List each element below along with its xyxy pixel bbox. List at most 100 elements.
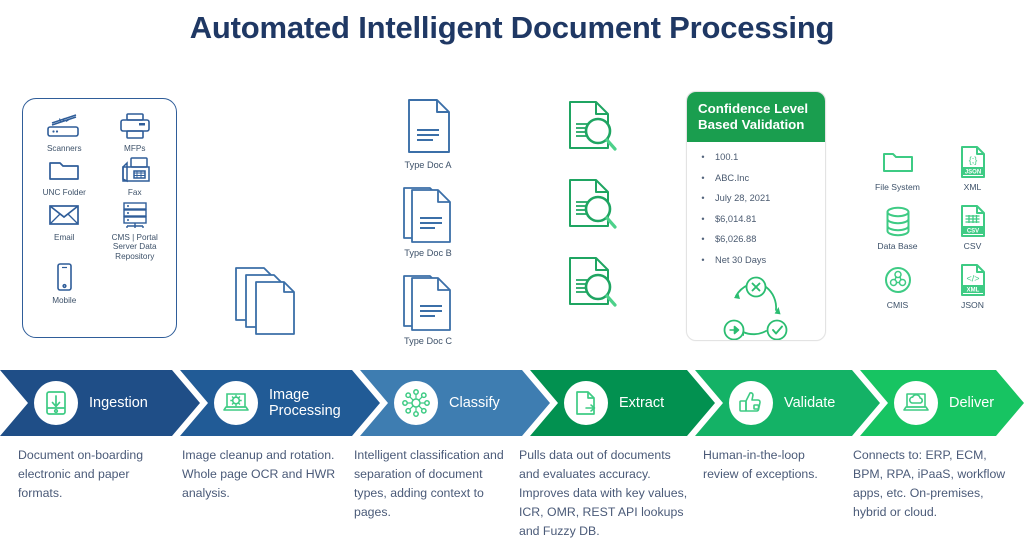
stage-description-extract: Pulls data out of documents and evaluate…: [519, 448, 688, 539]
validation-field-value: 100.1: [715, 152, 739, 163]
server-icon: [117, 200, 153, 230]
bullet-icon: •: [701, 213, 705, 224]
source-item-mobile: Mobile: [29, 263, 100, 305]
page-stack-icon: [228, 260, 314, 338]
bullet-icon: •: [701, 254, 705, 265]
stage-classify[interactable]: Classify: [360, 370, 550, 436]
bullet-icon: •: [701, 234, 705, 245]
scanner-icon: [43, 111, 85, 141]
stage-extract[interactable]: Extract: [530, 370, 715, 436]
output-item-json: </> XML JSON: [935, 264, 1010, 310]
stage-label: Ingestion: [89, 394, 148, 411]
svg-text:JSON: JSON: [964, 169, 980, 175]
list-item: • 100.1: [691, 151, 821, 163]
output-label: JSON: [961, 300, 984, 310]
stage-icon-circle: [729, 381, 773, 425]
laptop-cloud-icon: [901, 390, 931, 416]
doc-type-label: Type Doc B: [404, 248, 452, 258]
validation-field-value: July 28, 2021: [715, 193, 771, 204]
stage-image-processing[interactable]: Image Processing: [180, 370, 380, 436]
validation-field-list: • 100.1 • ABC.Inc • July 28, 2021 • $6,0…: [687, 142, 825, 340]
infographic-page: Automated Intelligent Document Processin…: [0, 0, 1024, 548]
stage-description-validate: Human-in-the-loop review of exceptions.: [703, 448, 818, 482]
source-label: Fax: [127, 188, 142, 198]
svg-text:CSV: CSV: [966, 228, 978, 234]
list-item: • $6,014.81: [691, 213, 821, 225]
output-item-cmis: CMIS: [860, 264, 935, 310]
cmis-icon: [883, 264, 913, 296]
thumbs-up-icon: [737, 390, 765, 416]
source-item-email: Email: [29, 200, 100, 261]
xml-file-icon: </> XML: [958, 264, 988, 296]
stage-label: Extract: [619, 394, 665, 411]
document-magnifier-icon: [548, 98, 638, 158]
confidence-validation-card: Confidence Level Based Validation • 100.…: [686, 91, 826, 341]
validation-card-header: Confidence Level Based Validation: [687, 92, 825, 143]
document-stack-icon: [398, 272, 458, 332]
extraction-icons-column: [548, 98, 638, 332]
output-label: CSV: [963, 241, 982, 251]
route-arrow-icon: [723, 319, 745, 340]
stage-icon-circle: [214, 381, 258, 425]
scanner-down-arrow-icon: [43, 389, 69, 417]
validation-field-value: $6,026.88: [715, 234, 757, 245]
source-label: MFPs: [124, 144, 146, 153]
doc-type-a: Type Doc A: [380, 96, 476, 170]
laptop-gear-icon: [221, 390, 251, 416]
process-stage-bar: Ingestion Image Processing Classify Extr…: [0, 370, 1024, 436]
stage-label: Deliver: [949, 394, 995, 411]
document-export-icon: [573, 389, 599, 417]
validation-field-value: ABC.Inc: [715, 172, 750, 183]
validation-field-value: Net 30 Days: [715, 254, 767, 265]
envelope-icon: [45, 200, 83, 230]
stage-label: Classify: [449, 394, 500, 411]
source-item-scanners: Scanners: [29, 111, 100, 153]
folder-icon: [881, 146, 915, 178]
stage-icon-circle: [394, 381, 438, 425]
validation-cycle-diagram: [691, 274, 821, 340]
output-label: CMIS: [886, 300, 909, 310]
stage-deliver[interactable]: Deliver: [860, 370, 1024, 436]
reject-x-icon: [745, 276, 767, 298]
validation-field-value: $6,014.81: [715, 213, 757, 224]
doc-type-b: Type Doc B: [380, 184, 476, 258]
source-item-fax: Fax: [100, 155, 171, 197]
network-nodes-icon: [401, 388, 431, 418]
stage-icon-circle: [894, 381, 938, 425]
json-file-icon: {;} JSON: [958, 146, 988, 178]
svg-text:</>: </>: [966, 274, 979, 284]
stage-icon-circle: [564, 381, 608, 425]
list-item: • July 28, 2021: [691, 192, 821, 204]
stage-label: Validate: [784, 394, 836, 411]
source-item-cms-portal: CMS | Portal Server Data Repository: [100, 200, 171, 261]
source-label: Mobile: [52, 296, 77, 306]
svg-text:{;}: {;}: [968, 155, 977, 165]
bullet-icon: •: [701, 172, 705, 183]
document-single-icon: [401, 96, 455, 156]
source-label: Scanners: [46, 144, 82, 153]
output-item-xml: {;} JSON XML: [935, 146, 1010, 192]
approve-check-icon: [766, 319, 788, 340]
output-label: Data Base: [877, 241, 918, 251]
stage-validate[interactable]: Validate: [695, 370, 880, 436]
source-item-unc-folder: UNC Folder: [29, 155, 100, 197]
doc-type-label: Type Doc C: [404, 336, 452, 346]
doc-type-label: Type Doc A: [404, 160, 452, 170]
output-item-csv: CSV CSV: [935, 205, 1010, 251]
stage-descriptions: Document on-boarding electronic and pape…: [0, 446, 1024, 546]
stage-description-ingestion: Document on-boarding electronic and pape…: [18, 448, 144, 501]
svg-text:XML: XML: [966, 287, 979, 293]
stage-description-classify: Intelligent classification and separatio…: [354, 448, 504, 520]
output-targets-column: File System {;} JSON XML Data Base CSV C…: [860, 146, 1010, 310]
stage-icon-circle: [34, 381, 78, 425]
stage-ingestion[interactable]: Ingestion: [0, 370, 200, 436]
upper-content-area: Scanners MFPs UNC Folder Fax Email CMS |…: [0, 88, 1024, 363]
source-item-mfps: MFPs: [100, 111, 171, 153]
printer-icon: [117, 111, 153, 141]
document-magnifier-icon: [548, 254, 638, 314]
bullet-icon: •: [701, 152, 705, 163]
stage-description-deliver: Connects to: ERP, ECM, BPM, RPA, iPaaS, …: [853, 448, 1006, 520]
mobile-icon: [52, 263, 76, 293]
list-item: • $6,026.88: [691, 233, 821, 245]
source-label: CMS | Portal Server Data Repository: [111, 232, 158, 261]
